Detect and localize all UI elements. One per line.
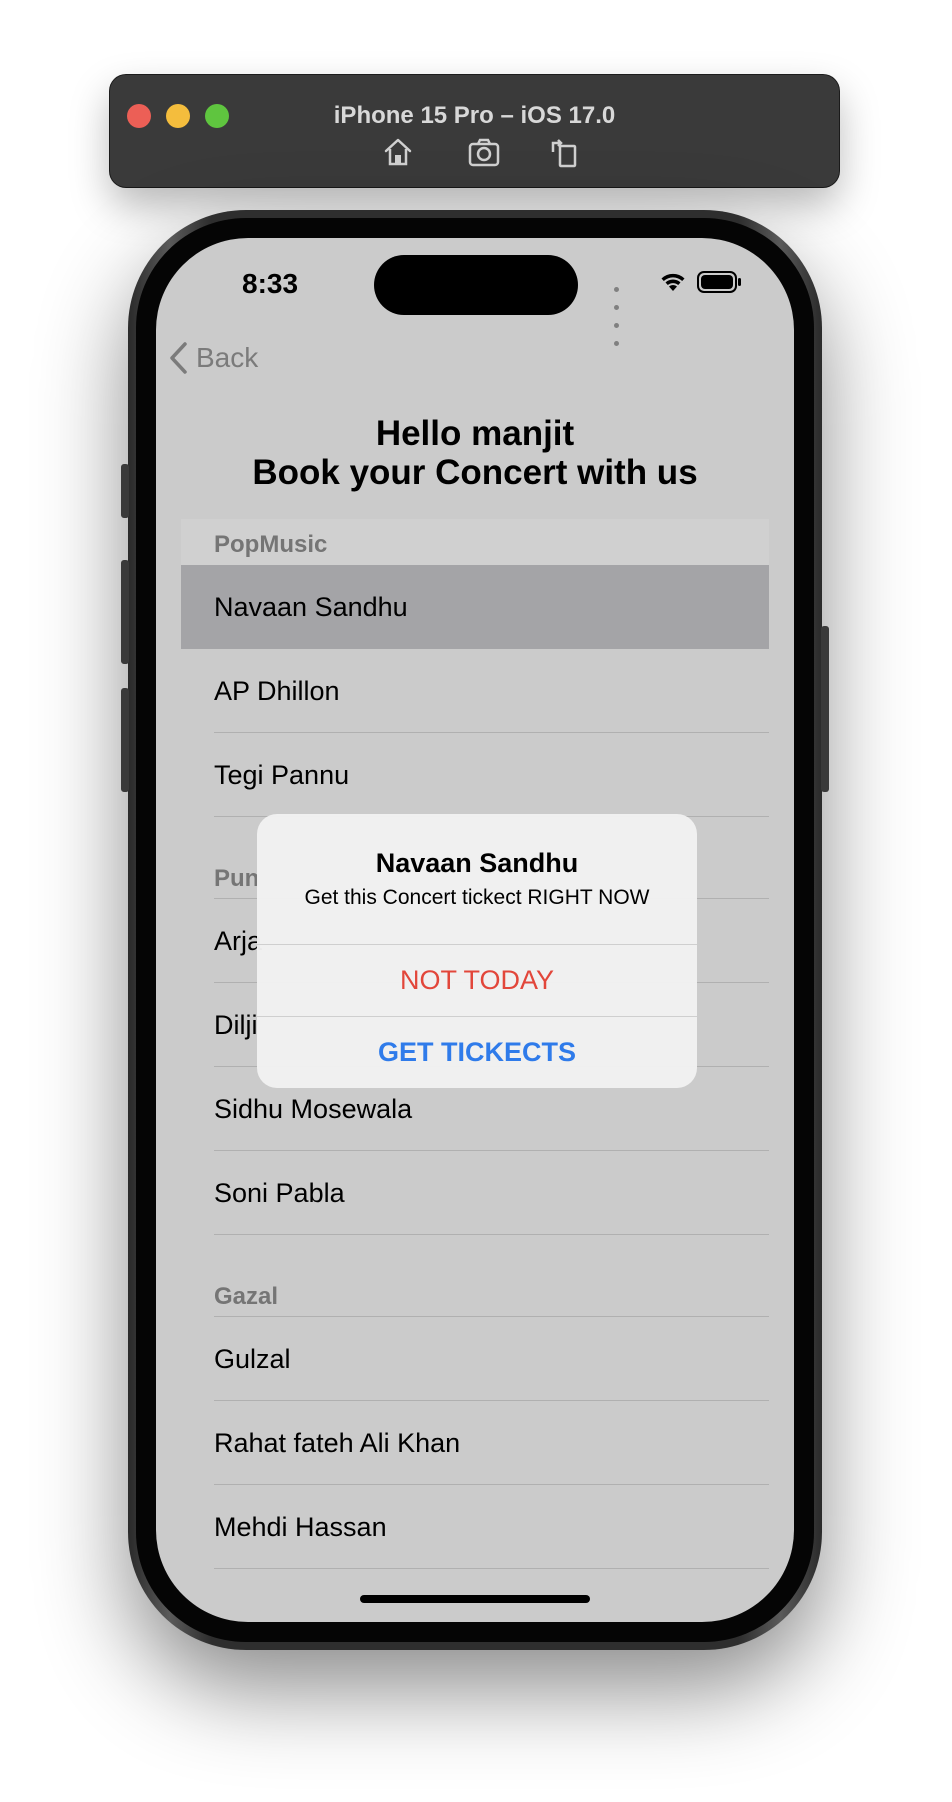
status-time: 8:33 xyxy=(242,268,299,299)
subtitle-text: Book your Concert with us xyxy=(252,453,698,492)
action-button xyxy=(121,464,129,518)
simulator-title: iPhone 15 Pro – iOS 17.0 xyxy=(333,102,616,129)
get-tickets-button[interactable]: GET TICKECTS xyxy=(257,1016,697,1088)
alert-message: Get this Concert tickect RIGHT NOW xyxy=(304,886,650,909)
rotate-icon[interactable] xyxy=(547,135,581,169)
wifi-icon xyxy=(661,273,685,291)
cellular-signal-icon xyxy=(614,279,622,351)
alert-title: Navaan Sandhu xyxy=(375,848,579,878)
simulator-toolbar: iPhone 15 Pro – iOS 17.0 xyxy=(110,75,839,187)
greeting-text: Hello manjit xyxy=(375,414,575,453)
chevron-left-icon xyxy=(170,342,187,374)
volume-up-button xyxy=(121,560,129,664)
page-title: Hello manjit Book your Concert with us xyxy=(156,414,794,492)
section-header: PopMusic xyxy=(181,519,769,565)
back-button[interactable]: Back xyxy=(168,338,258,378)
dynamic-island xyxy=(374,255,578,315)
phone-screen: 8:33 Back Hello manjit Book your Concert… xyxy=(156,238,794,1622)
volume-down-button xyxy=(121,688,129,792)
list-item[interactable]: Navaan Sandhu xyxy=(181,565,769,649)
section-header: Gazal xyxy=(181,1271,769,1317)
home-indicator[interactable] xyxy=(360,1595,590,1603)
not-today-button[interactable]: NOT TODAY xyxy=(257,944,697,1016)
list-item[interactable]: AP Dhillon xyxy=(181,649,769,733)
list-item[interactable]: Gulzal xyxy=(181,1317,769,1401)
screenshot-icon[interactable] xyxy=(467,135,501,169)
home-icon[interactable] xyxy=(381,135,415,169)
battery-icon xyxy=(697,271,741,293)
list-item[interactable]: Rahat fateh Ali Khan xyxy=(181,1401,769,1485)
list-item[interactable]: Soni Pabla xyxy=(181,1151,769,1235)
back-label: Back xyxy=(196,342,259,373)
alert-dialog: Navaan Sandhu Get this Concert tickect R… xyxy=(257,814,697,1088)
power-button xyxy=(821,626,829,792)
list-item[interactable]: Tegi Pannu xyxy=(181,733,769,817)
list-item[interactable]: Mehdi Hassan xyxy=(181,1485,769,1569)
